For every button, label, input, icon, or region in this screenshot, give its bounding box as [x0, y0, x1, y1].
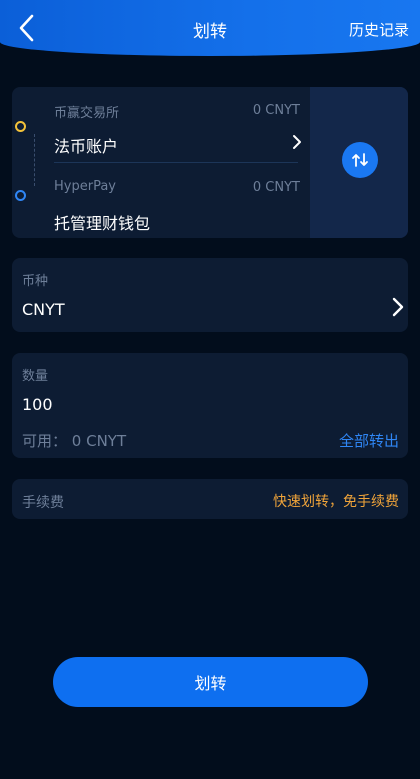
from-indicator-dot	[15, 121, 26, 132]
transfer-connector-line	[34, 134, 35, 186]
swap-direction-button[interactable]	[342, 142, 378, 178]
to-exchange-name: HyperPay	[54, 179, 116, 194]
coin-chevron-right-icon[interactable]	[391, 297, 405, 317]
amount-label: 数量	[22, 369, 49, 384]
coin-value[interactable]: CNYT	[22, 300, 65, 319]
swap-panel	[310, 87, 408, 238]
to-indicator-dot	[15, 190, 26, 201]
from-balance: 0 CNYT	[252, 103, 300, 118]
to-account-name: 托管理财钱包	[54, 214, 151, 233]
coin-selector[interactable]	[12, 258, 408, 332]
history-records-link[interactable]: 历史记录	[349, 19, 409, 40]
fee-label: 手续费	[22, 495, 64, 511]
swap-icon	[352, 153, 368, 167]
from-account-select[interactable]: 法币账户	[54, 133, 118, 157]
accounts-divider	[54, 162, 298, 163]
available-balance: 可用： 0 CNYT	[22, 430, 126, 451]
available-label: 可用：	[22, 432, 68, 450]
from-account-chevron-right-icon[interactable]	[290, 134, 304, 150]
transfer-all-button[interactable]: 全部转出	[339, 430, 399, 451]
available-value: 0 CNYT	[71, 432, 127, 450]
to-balance: 0 CNYT	[252, 180, 300, 195]
amount-input[interactable]: 100	[22, 395, 53, 414]
fee-note: 快速划转，免手续费	[273, 494, 399, 510]
app-header: 划转 历史记录	[0, 0, 420, 56]
coin-label: 币种	[22, 274, 49, 289]
submit-transfer-button[interactable]: 划转	[53, 657, 368, 707]
from-exchange-name: 币赢交易所	[54, 106, 120, 121]
